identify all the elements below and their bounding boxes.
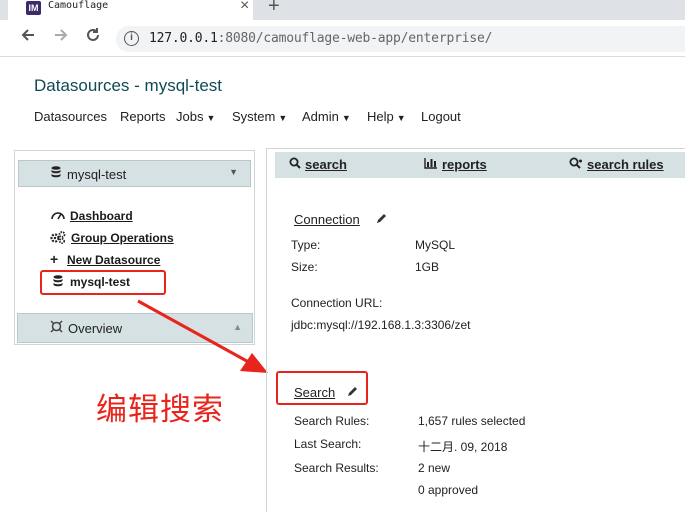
search-results-label: Search Results:	[294, 461, 379, 475]
tab-search[interactable]: search	[289, 157, 347, 172]
size-value: 1GB	[415, 260, 440, 274]
menu-admin[interactable]: Admin ▼	[302, 109, 351, 124]
app-favicon-icon: IM	[26, 1, 41, 15]
search-results-approved: 0 approved	[418, 483, 479, 497]
info-icon[interactable]: i	[124, 31, 139, 46]
last-search-value: 十二月. 09, 2018	[418, 440, 508, 454]
forward-arrow-icon[interactable]	[53, 27, 69, 48]
search-rules-label: Search Rules:	[294, 414, 370, 428]
tab-search-rules[interactable]: search rules	[569, 157, 664, 172]
tab-title: Camouflage	[48, 0, 109, 11]
caret-down-icon: ▼	[229, 167, 238, 177]
dashboard-gauge-icon	[51, 209, 65, 224]
caret-down-icon: ▼	[278, 113, 288, 123]
menu-reports[interactable]: Reports	[120, 109, 166, 124]
overview-label: Overview	[68, 321, 123, 336]
sidebar-link-dashboard[interactable]: Dashboard	[70, 209, 133, 223]
sidebar-link-new-datasource[interactable]: New Datasource	[67, 253, 160, 267]
type-label: Type:	[291, 238, 321, 252]
connection-url-label: Connection URL:	[291, 296, 383, 310]
annotation-text: 编辑搜索	[96, 392, 224, 428]
caret-down-icon: ▼	[206, 113, 216, 123]
highlight-box	[276, 371, 368, 405]
cogs-icon	[50, 231, 66, 247]
search-icon	[289, 157, 301, 172]
tab-reports[interactable]: reports	[424, 157, 487, 172]
caret-down-icon: ▼	[396, 113, 406, 123]
url-text: 127.0.0.1:8080/camouflage-web-app/enterp…	[149, 31, 493, 46]
menu-system[interactable]: System ▼	[232, 109, 287, 124]
database-icon	[51, 166, 61, 181]
menu-logout[interactable]: Logout	[421, 109, 461, 124]
type-value: MySQL	[415, 238, 456, 252]
bar-chart-icon	[424, 157, 438, 172]
search-rules-icon	[569, 157, 583, 172]
connection-section-title: Connection	[294, 212, 360, 227]
menu-help[interactable]: Help ▼	[367, 109, 406, 124]
highlight-box	[40, 270, 166, 295]
caret-down-icon: ▼	[341, 113, 351, 123]
menu-jobs[interactable]: Jobs ▼	[176, 109, 215, 124]
back-arrow-icon[interactable]	[20, 27, 36, 48]
search-rules-value: 1,657 rules selected	[418, 414, 526, 428]
address-bar[interactable]: i 127.0.0.1:8080/camouflage-web-app/ente…	[116, 26, 685, 52]
browser-tabstrip: IM Camouflage × +	[0, 0, 685, 20]
size-label: Size:	[291, 260, 318, 274]
new-tab-button[interactable]: +	[268, 0, 280, 18]
last-search-label: Last Search:	[294, 437, 362, 451]
detail-tabs: search reports search rules	[275, 152, 685, 178]
edit-connection-pencil-icon[interactable]	[376, 213, 387, 227]
reload-icon[interactable]	[85, 27, 101, 48]
browser-tab[interactable]: IM Camouflage ×	[8, 0, 253, 20]
annotation-arrow	[137, 299, 268, 373]
connection-url-value: jdbc:mysql://192.168.1.3:3306/zet	[291, 318, 471, 332]
sidebar-link-group-operations[interactable]: Group Operations	[71, 231, 174, 245]
browser-toolbar: i 127.0.0.1:8080/camouflage-web-app/ente…	[0, 20, 685, 57]
sidebar-header-label: mysql-test	[67, 167, 127, 182]
menu-datasources[interactable]: Datasources	[34, 109, 107, 124]
plus-icon: +	[50, 251, 59, 267]
sidebar-datasource-header[interactable]: mysql-test ▼	[18, 160, 251, 187]
search-results-new: 2 new	[418, 461, 451, 475]
close-tab-icon[interactable]: ×	[240, 0, 249, 15]
overview-icon	[50, 320, 63, 336]
page-title: Datasources - mysql-test	[34, 76, 222, 95]
